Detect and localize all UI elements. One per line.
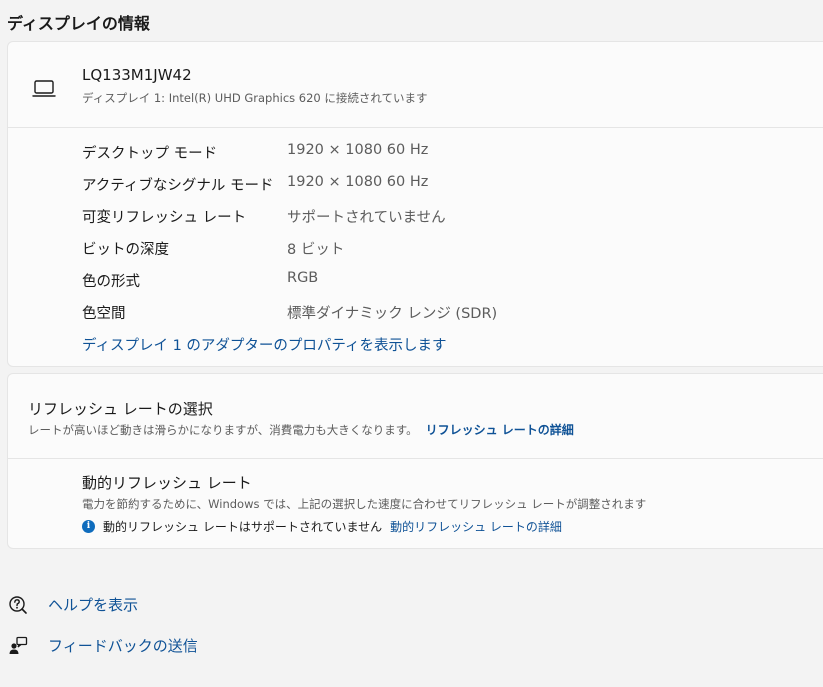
divider bbox=[8, 458, 823, 459]
device-name: LQ133M1JW42 bbox=[82, 66, 192, 84]
info-row-signal-mode: アクティブなシグナル モード 1920 × 1080 60 Hz bbox=[82, 174, 782, 198]
divider bbox=[8, 127, 823, 128]
refresh-rate-title: リフレッシュ レートの選択 bbox=[28, 400, 213, 418]
refresh-rate-description: レートが高いほど動きは滑らかになりますが、消費電力も大きくなります。 bbox=[28, 423, 418, 437]
help-row[interactable]: ヘルプを表示 bbox=[8, 594, 138, 615]
info-value: 1920 × 1080 60 Hz bbox=[287, 142, 429, 158]
laptop-icon bbox=[32, 80, 56, 97]
info-row-bit-depth: ビットの深度 8 ビット bbox=[82, 238, 782, 262]
info-row-desktop-mode: デスクトップ モード 1920 × 1080 60 Hz bbox=[82, 142, 782, 166]
info-value: RGB bbox=[287, 270, 319, 286]
adapter-properties-link[interactable]: ディスプレイ 1 のアダプターのプロパティを表示します bbox=[82, 334, 447, 355]
dynamic-refresh-note: i 動的リフレッシュ レートはサポートされていません 動的リフレッシュ レートの… bbox=[82, 518, 562, 535]
refresh-rate-card: リフレッシュ レートの選択 レートが高いほど動きは滑らかになりますが、消費電力も… bbox=[7, 373, 823, 549]
dynamic-refresh-note-text: 動的リフレッシュ レートはサポートされていません bbox=[103, 520, 383, 534]
section-title: ディスプレイの情報 bbox=[7, 14, 150, 33]
info-row-color-space: 色空間 標準ダイナミック レンジ (SDR) bbox=[82, 302, 782, 326]
dynamic-refresh-subtitle: 電力を節約するために、Windows では、上記の選択した速度に合わせてリフレッ… bbox=[82, 497, 647, 511]
info-label: 色空間 bbox=[82, 306, 126, 322]
info-value: 1920 × 1080 60 Hz bbox=[287, 174, 429, 190]
info-label: 色の形式 bbox=[82, 274, 140, 290]
dynamic-refresh-title: 動的リフレッシュ レート bbox=[82, 474, 252, 492]
info-value: 標準ダイナミック レンジ (SDR) bbox=[287, 306, 498, 322]
dynamic-refresh-details-link[interactable]: 動的リフレッシュ レートの詳細 bbox=[390, 518, 562, 535]
info-value: 8 ビット bbox=[287, 242, 345, 258]
info-label: 可変リフレッシュ レート bbox=[82, 210, 247, 226]
device-subtitle: ディスプレイ 1: Intel(R) UHD Graphics 620 に接続さ… bbox=[82, 91, 428, 105]
info-row-vrr: 可変リフレッシュ レート サポートされていません bbox=[82, 206, 782, 230]
info-row-color-format: 色の形式 RGB bbox=[82, 270, 782, 294]
refresh-rate-details-link[interactable]: リフレッシュ レートの詳細 bbox=[426, 423, 574, 437]
info-value: サポートされていません bbox=[287, 210, 446, 226]
display-info-card: LQ133M1JW42 ディスプレイ 1: Intel(R) UHD Graph… bbox=[7, 41, 823, 367]
help-link[interactable]: ヘルプを表示 bbox=[48, 594, 138, 615]
info-label: ビットの深度 bbox=[82, 242, 169, 258]
feedback-link[interactable]: フィードバックの送信 bbox=[48, 635, 198, 656]
display-info-page: ディスプレイの情報 LQ133M1JW42 ディスプレイ 1: Intel(R)… bbox=[0, 0, 823, 687]
refresh-rate-subtitle: レートが高いほど動きは滑らかになりますが、消費電力も大きくなります。 リフレッシュ… bbox=[28, 421, 574, 438]
feedback-icon bbox=[9, 636, 28, 654]
info-label: アクティブなシグナル モード bbox=[82, 178, 274, 194]
info-icon: i bbox=[82, 520, 95, 533]
feedback-row[interactable]: フィードバックの送信 bbox=[8, 635, 198, 656]
info-label: デスクトップ モード bbox=[82, 146, 218, 162]
help-icon bbox=[9, 595, 27, 614]
